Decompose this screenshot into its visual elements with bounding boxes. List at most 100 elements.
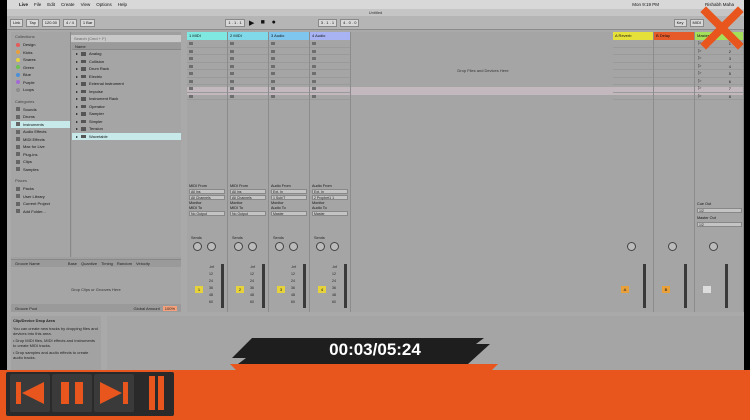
track-header[interactable]: 4 Audio [310,32,350,40]
clip-stop-icon[interactable] [271,72,275,75]
progress-marker[interactable] [146,374,168,412]
io-dropdown[interactable]: All Ins [189,189,225,194]
clip-stop-icon[interactable] [312,64,316,68]
clip-slot[interactable] [187,55,227,63]
clip-slot[interactable] [228,85,268,93]
clip-stop-icon[interactable] [312,72,316,75]
io-dropdown[interactable]: All Ins [230,189,266,194]
close-icon[interactable] [700,6,744,50]
category-sounds[interactable]: Sounds [11,106,70,114]
clip-slot[interactable] [613,40,653,48]
menu-options[interactable]: Options [96,2,112,7]
expand-arrow-icon[interactable]: ▸ [76,103,78,111]
clip-slot[interactable] [613,48,653,55]
clip-slot[interactable] [228,78,268,85]
tempo-field[interactable]: 120.00 [41,18,61,27]
clip-slot[interactable] [269,93,309,100]
category-max-for-live[interactable]: Max for Live [11,143,70,151]
file-item[interactable]: ▸ Instrument Rack [72,95,181,103]
clip-slot[interactable] [654,78,694,85]
scene-launch-icon[interactable]: ▷ [698,55,701,61]
song-position[interactable]: 1 . 1 . 1 [225,18,245,27]
track-activator[interactable]: 1 [195,286,203,293]
clip-slot[interactable] [613,85,653,93]
io-dropdown[interactable]: 1 Sub/T [271,195,307,200]
clip-slot[interactable] [310,40,350,48]
return-activator[interactable]: A [621,286,629,293]
clip-slot[interactable] [187,85,227,93]
clip-stop-icon[interactable] [230,87,234,90]
clip-slot[interactable] [228,40,268,48]
io-dropdown[interactable]: All Channels [230,195,266,200]
clip-slot[interactable]: 7 ▷ [695,85,743,93]
io-dropdown[interactable]: Ext. In [271,189,307,194]
file-item[interactable]: ▸ Operator [72,103,181,111]
clip-stop-icon[interactable] [271,94,275,98]
clip-slot[interactable]: 3 ▷ [695,55,743,63]
clip-stop-icon[interactable] [189,42,193,45]
expand-arrow-icon[interactable]: ▸ [76,73,78,81]
clip-slot[interactable] [187,63,227,70]
master-activator[interactable] [703,286,711,293]
expand-arrow-icon[interactable]: ▸ [76,118,78,126]
send-knob[interactable] [289,242,298,251]
clip-stop-icon[interactable] [312,94,316,98]
clip-stop-icon[interactable] [312,57,316,60]
clip-slot[interactable] [654,85,694,93]
file-item[interactable]: ▸ External Instrument [72,80,181,88]
clip-stop-icon[interactable] [312,87,316,90]
clip-slot[interactable] [613,78,653,85]
scene-number[interactable]: 3 [729,56,731,61]
collection-item[interactable]: Green [11,64,70,72]
expand-arrow-icon[interactable]: ▸ [76,65,78,73]
clip-slot[interactable] [269,48,309,55]
scene-launch-icon[interactable]: ▷ [698,78,701,84]
io-dropdown[interactable]: Master [312,211,348,216]
clip-slot[interactable] [613,63,653,70]
io-dropdown[interactable]: All Channels [189,195,225,200]
track-activator[interactable]: 4 [318,286,326,293]
clip-slot[interactable] [310,63,350,70]
category-midi-effects[interactable]: MIDI Effects [11,136,70,144]
scene-launch-icon[interactable]: ▷ [698,85,701,91]
expand-arrow-icon[interactable]: ▸ [76,88,78,96]
skip-forward-button[interactable] [94,374,134,412]
file-item[interactable]: ▸ Electric [72,73,181,81]
clip-slot[interactable] [613,55,653,63]
io-dropdown[interactable]: Master [271,211,307,216]
collection-item[interactable]: Purple [11,79,70,87]
clip-stop-icon[interactable] [312,49,316,53]
scene-number[interactable]: 8 [729,94,731,99]
io-dropdown[interactable]: 2 Prophet1 1 [312,195,348,200]
pause-button[interactable] [52,374,92,412]
menu-create[interactable]: Create [61,2,75,7]
tap-button[interactable]: Tap [26,18,39,27]
clip-stop-icon[interactable] [230,79,234,83]
clip-slot[interactable] [269,55,309,63]
clip-stop-icon[interactable] [189,49,193,53]
collection-item[interactable]: Blue [11,71,70,79]
expand-arrow-icon[interactable]: ▸ [76,50,78,58]
clip-slot[interactable]: 8 ▷ [695,93,743,100]
file-item[interactable]: ▸ Tension [72,125,181,133]
clip-stop-icon[interactable] [189,87,193,90]
track-header[interactable]: 3 Audio [269,32,309,40]
clip-stop-icon[interactable] [230,94,234,98]
link-button[interactable]: Link [10,18,24,27]
clip-slot[interactable] [613,93,653,100]
loop-start[interactable]: 3 . 1 . 1 [317,18,338,27]
drop-area[interactable]: Drop Files and Devices Here [353,32,613,312]
clip-stop-icon[interactable] [271,79,275,83]
clip-stop-icon[interactable] [230,57,234,60]
clip-slot[interactable] [187,40,227,48]
collection-item[interactable]: Loops [11,86,70,94]
clip-slot[interactable] [310,55,350,63]
place-current-project[interactable]: Current Project [11,200,70,208]
clip-slot[interactable] [654,70,694,78]
clip-stop-icon[interactable] [312,42,316,45]
category-drums[interactable]: Drums [11,113,70,121]
play-icon[interactable]: ▶ [248,19,256,27]
expand-arrow-icon[interactable]: ▸ [76,110,78,118]
clip-slot[interactable] [654,55,694,63]
clip-stop-icon[interactable] [230,42,234,45]
